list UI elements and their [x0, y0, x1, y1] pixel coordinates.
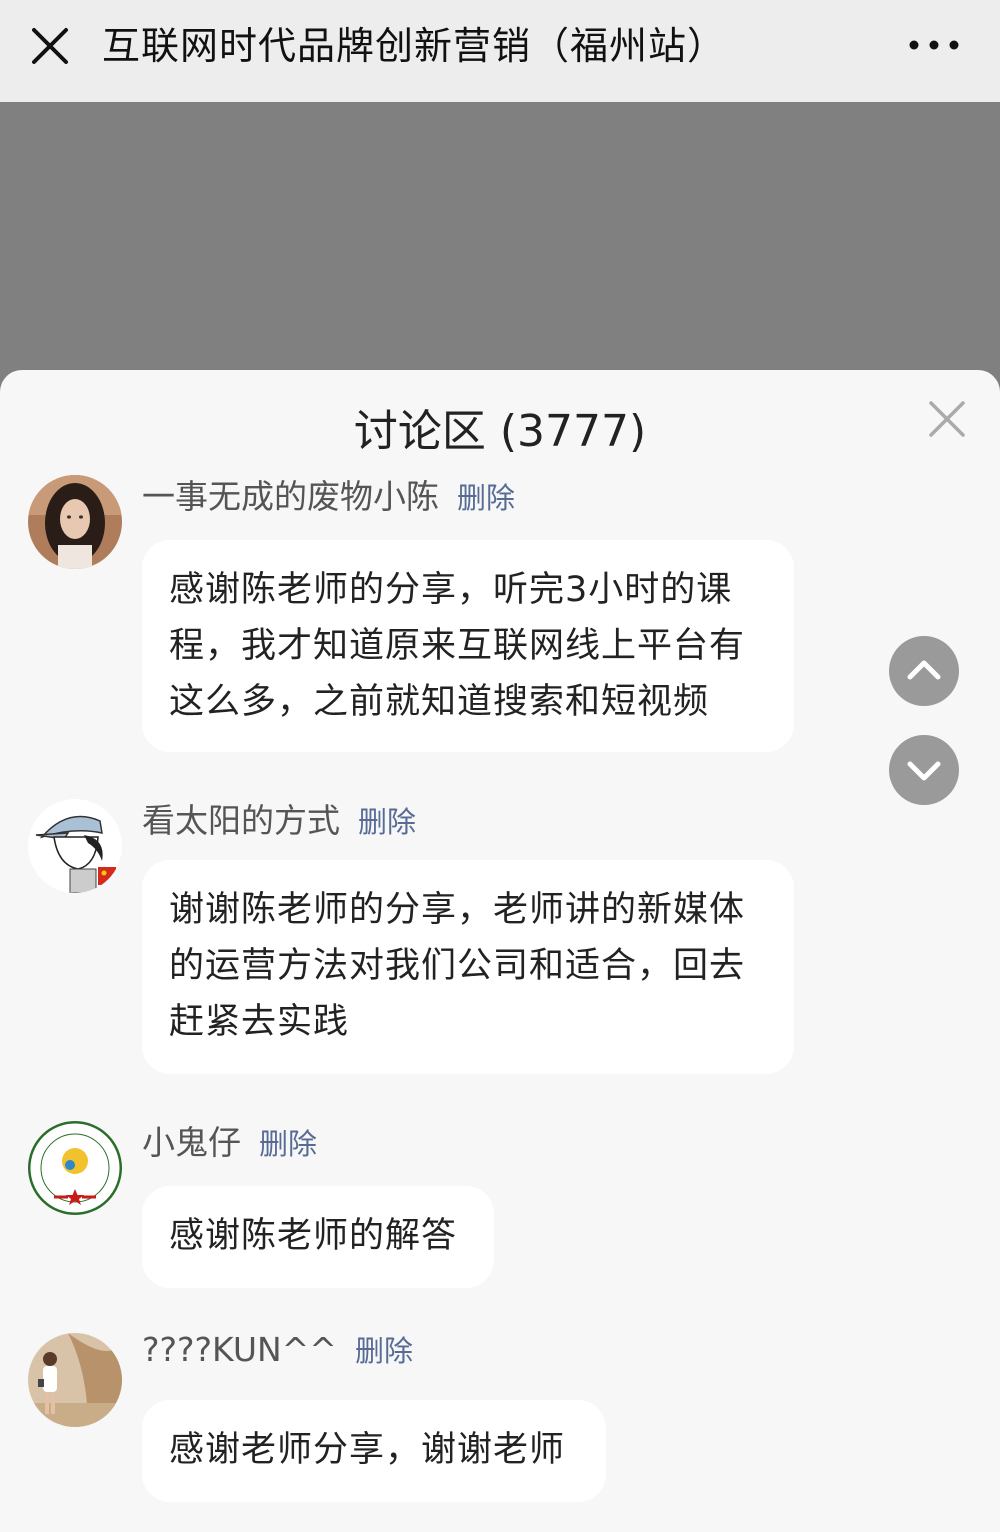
video-area[interactable]	[0, 102, 1000, 402]
avatar[interactable]	[28, 475, 122, 569]
avatar[interactable]	[28, 799, 122, 893]
discussion-panel: 讨论区 (3777) 一事无成的废物小陈 删除 感谢陈老师的分享，听完3小时的课…	[0, 370, 1000, 1532]
more-icon[interactable]	[908, 30, 960, 60]
comment-header: 看太阳的方式 删除	[142, 794, 416, 842]
nickname: 一事无成的废物小陈	[142, 477, 439, 516]
delete-button[interactable]: 删除	[355, 1328, 413, 1370]
comment-text: 谢谢陈老师的分享，老师讲的新媒体的运营方法对我们公司和适合，回去赶紧去实践	[169, 890, 746, 1042]
comment-bubble: 感谢老师分享，谢谢老师	[142, 1400, 606, 1502]
comment-text: 感谢陈老师的解答	[169, 1216, 458, 1256]
scroll-up-button[interactable]	[889, 636, 959, 706]
close-icon[interactable]	[30, 26, 70, 66]
scroll-down-button[interactable]	[889, 735, 959, 805]
chevron-up-icon	[907, 660, 941, 680]
delete-button[interactable]: 删除	[457, 475, 515, 517]
title-bar: 互联网时代品牌创新营销（福州站）	[0, 0, 1000, 102]
comment-header: 一事无成的废物小陈 删除	[142, 470, 515, 518]
avatar[interactable]	[28, 1333, 122, 1427]
comment-text: 感谢老师分享，谢谢老师	[169, 1430, 566, 1470]
comment-text: 感谢陈老师的分享，听完3小时的课程，我才知道原来互联网线上平台有这么多，之前就知…	[169, 570, 746, 722]
comment-bubble: 感谢陈老师的解答	[142, 1186, 494, 1288]
close-icon[interactable]	[928, 400, 966, 438]
nickname: 看太阳的方式	[142, 801, 340, 840]
comment-bubble: 感谢陈老师的分享，听完3小时的课程，我才知道原来互联网线上平台有这么多，之前就知…	[142, 540, 794, 752]
nickname: ????KUN^^	[142, 1330, 337, 1369]
comment-header: 小鬼仔 删除	[142, 1116, 317, 1164]
comment-header: ????KUN^^ 删除	[142, 1328, 413, 1370]
nickname: 小鬼仔	[142, 1123, 241, 1162]
delete-button[interactable]: 删除	[259, 1121, 317, 1163]
comment-bubble: 谢谢陈老师的分享，老师讲的新媒体的运营方法对我们公司和适合，回去赶紧去实践	[142, 860, 794, 1074]
page-title: 互联网时代品牌创新营销（福州站）	[102, 24, 727, 68]
avatar[interactable]	[28, 1121, 122, 1215]
discussion-title: 讨论区 (3777)	[353, 406, 647, 457]
delete-button[interactable]: 删除	[358, 799, 416, 841]
chevron-down-icon	[907, 761, 941, 781]
